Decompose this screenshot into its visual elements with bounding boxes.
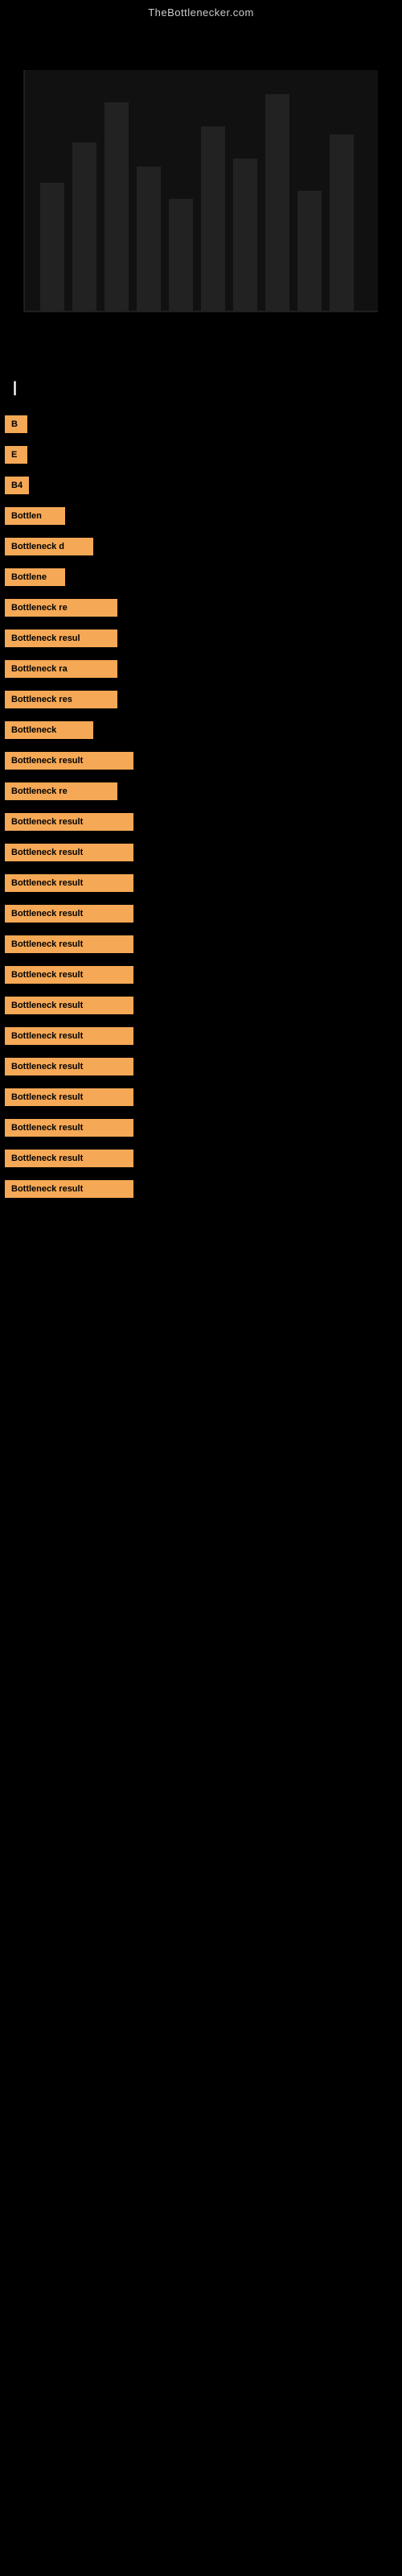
list-item[interactable]: Bottleneck	[5, 721, 402, 739]
result-badge[interactable]: Bottleneck result	[5, 1027, 133, 1045]
result-badge[interactable]: Bottleneck result	[5, 1180, 133, 1198]
list-item[interactable]: Bottlen	[5, 507, 402, 525]
list-item[interactable]: Bottleneck result	[5, 1119, 402, 1137]
result-badge[interactable]: Bottleneck d	[5, 538, 93, 555]
list-item[interactable]: E	[5, 446, 402, 464]
list-item[interactable]: Bottlene	[5, 568, 402, 586]
list-item[interactable]: Bottleneck resul	[5, 630, 402, 647]
result-badge[interactable]: Bottlen	[5, 507, 65, 525]
result-badge[interactable]: B	[5, 415, 27, 433]
list-item[interactable]: Bottleneck result	[5, 997, 402, 1014]
page-wrapper: TheBottlenecker.com |	[0, 0, 402, 1219]
chart-svg	[0, 22, 402, 360]
result-badge[interactable]: Bottleneck result	[5, 997, 133, 1014]
site-title-text: TheBottlenecker.com	[148, 6, 254, 19]
list-item[interactable]: Bottleneck result	[5, 1180, 402, 1198]
list-item[interactable]: Bottleneck result	[5, 1150, 402, 1167]
result-badge[interactable]: Bottleneck result	[5, 935, 133, 953]
result-badge[interactable]: Bottleneck result	[5, 1088, 133, 1106]
result-badge[interactable]: Bottleneck re	[5, 782, 117, 800]
result-badge[interactable]: Bottleneck result	[5, 1150, 133, 1167]
result-badge[interactable]: Bottleneck re	[5, 599, 117, 617]
result-badge[interactable]: Bottleneck resul	[5, 630, 117, 647]
list-item[interactable]: B	[5, 415, 402, 433]
result-badge[interactable]: Bottleneck result	[5, 1119, 133, 1137]
section-label-text: |	[5, 373, 25, 402]
list-item[interactable]: B4	[5, 477, 402, 494]
result-badge[interactable]: Bottleneck result	[5, 844, 133, 861]
result-badge[interactable]: Bottleneck result	[5, 1058, 133, 1075]
result-badge[interactable]: Bottleneck	[5, 721, 93, 739]
result-badge[interactable]: Bottleneck result	[5, 874, 133, 892]
result-badge[interactable]: Bottleneck ra	[5, 660, 117, 678]
site-title-bar: TheBottlenecker.com	[0, 0, 402, 22]
content-area: | BE B4 Bottlen Bottleneck d Bottlene Bottlen…	[0, 360, 402, 1219]
result-badge[interactable]: Bottleneck res	[5, 691, 117, 708]
list-item[interactable]: Bottleneck ra	[5, 660, 402, 678]
result-badge[interactable]: Bottleneck result	[5, 905, 133, 923]
list-item[interactable]: Bottleneck result	[5, 752, 402, 770]
result-badge[interactable]: Bottleneck result	[5, 813, 133, 831]
list-item[interactable]: Bottleneck result	[5, 935, 402, 953]
section-label: |	[0, 373, 402, 402]
list-item[interactable]: Bottleneck result	[5, 813, 402, 831]
list-item[interactable]: Bottleneck result	[5, 966, 402, 984]
main-chart-area	[0, 22, 402, 360]
result-badge[interactable]: E	[5, 446, 27, 464]
list-item[interactable]: Bottleneck result	[5, 874, 402, 892]
result-badge[interactable]: Bottlene	[5, 568, 65, 586]
result-badge[interactable]: B4	[5, 477, 29, 494]
list-item[interactable]: Bottleneck result	[5, 1058, 402, 1075]
list-item[interactable]: Bottleneck result	[5, 1027, 402, 1045]
result-badge[interactable]: Bottleneck result	[5, 752, 133, 770]
list-item[interactable]: Bottleneck re	[5, 782, 402, 800]
list-item[interactable]: Bottleneck result	[5, 905, 402, 923]
list-item[interactable]: Bottleneck result	[5, 844, 402, 861]
list-item[interactable]: Bottleneck re	[5, 599, 402, 617]
result-badge[interactable]: Bottleneck result	[5, 966, 133, 984]
list-item[interactable]: Bottleneck d	[5, 538, 402, 555]
list-item[interactable]: Bottleneck res	[5, 691, 402, 708]
list-item[interactable]: Bottleneck result	[5, 1088, 402, 1106]
results-list: BE B4 Bottlen Bottleneck d Bottlene Bottlenec…	[0, 407, 402, 1219]
